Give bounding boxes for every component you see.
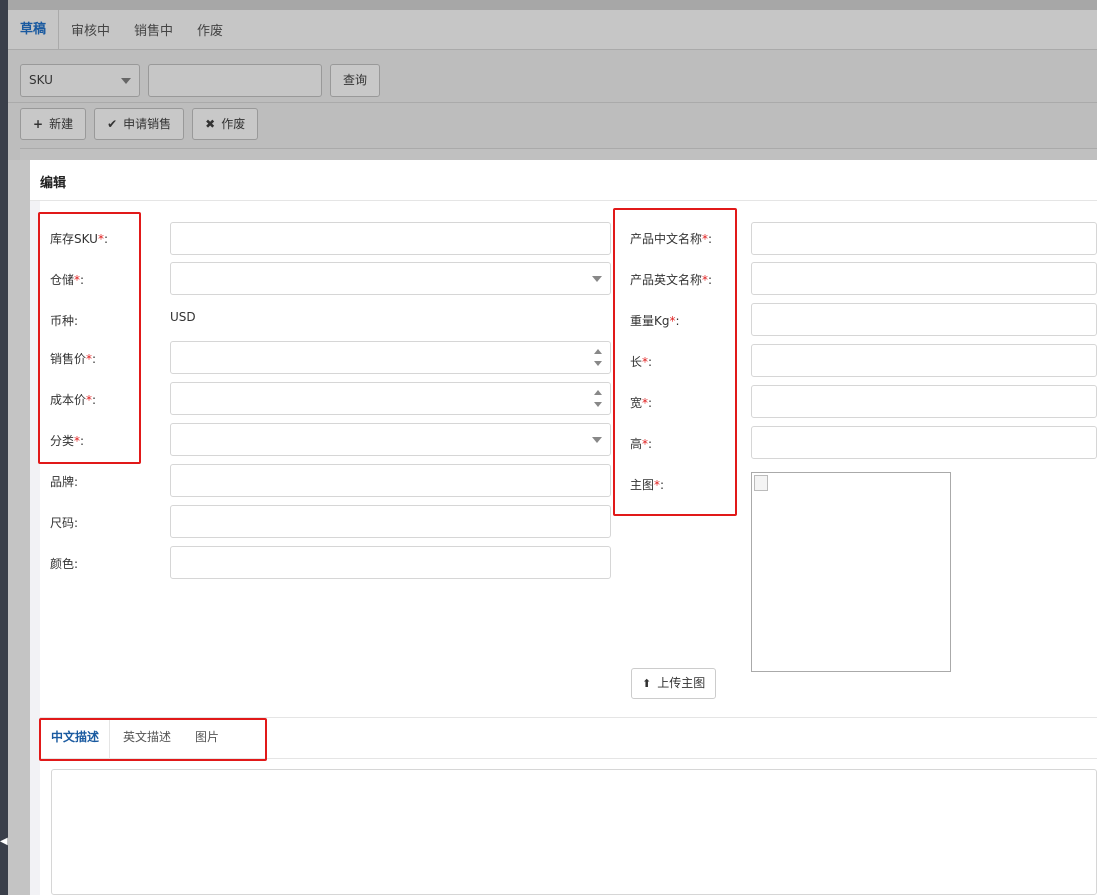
toolbar: + 新建 ✔ 申请销售 ✖ 作废 xyxy=(20,108,259,140)
category-select[interactable] xyxy=(170,423,611,456)
void-button-label: 作废 xyxy=(221,117,246,131)
search-field-value: SKU xyxy=(29,73,53,87)
chevron-down-icon xyxy=(592,437,602,443)
width-input[interactable] xyxy=(751,385,1097,418)
size-label: 尺码: xyxy=(50,516,79,530)
upload-main-image-button[interactable]: ⬆ 上传主图 xyxy=(631,668,717,699)
color-input[interactable] xyxy=(170,546,611,579)
left-required-highlight xyxy=(38,212,141,464)
name-cn-input[interactable] xyxy=(751,222,1097,255)
search-input[interactable] xyxy=(148,64,322,97)
upload-button-label: 上传主图 xyxy=(657,676,706,690)
plus-icon: + xyxy=(33,117,44,131)
apply-sale-button[interactable]: ✔ 申请销售 xyxy=(94,108,185,140)
table-header xyxy=(20,148,1097,160)
edit-modal: 编辑 库存SKU*: 仓储*: 币种: USD 销售价*: 成本价*: 分类*:… xyxy=(30,160,1097,895)
x-icon: ✖ xyxy=(205,117,216,131)
tab-on-sale[interactable]: 销售中 xyxy=(122,20,185,39)
sale-price-input[interactable] xyxy=(170,341,611,374)
broken-image-icon xyxy=(754,475,768,491)
tab-voided[interactable]: 作废 xyxy=(185,20,235,39)
upload-icon: ⬆ xyxy=(642,677,652,690)
query-button[interactable]: 查询 xyxy=(330,64,381,97)
tab-reviewing[interactable]: 审核中 xyxy=(59,20,122,39)
main-image-preview xyxy=(751,472,951,672)
left-sidebar-strip: ◀ xyxy=(0,0,8,895)
name-en-input[interactable] xyxy=(751,262,1097,295)
spin-down-icon[interactable] xyxy=(594,361,602,366)
spin-up-icon[interactable] xyxy=(594,390,602,395)
weight-input[interactable] xyxy=(751,303,1097,336)
spin-down-icon[interactable] xyxy=(594,402,602,407)
new-button-label: 新建 xyxy=(49,117,74,131)
chevron-down-icon xyxy=(592,276,602,282)
tab-draft[interactable]: 草稿 xyxy=(8,9,60,50)
brand-label: 品牌: xyxy=(50,475,79,489)
brand-input[interactable] xyxy=(170,464,611,497)
currency-value: USD xyxy=(170,310,196,324)
status-tabs: 草稿 审核中 销售中 作废 xyxy=(8,9,1097,50)
search-field-select[interactable]: SKU xyxy=(20,64,140,97)
void-button[interactable]: ✖ 作废 xyxy=(192,108,259,140)
cost-price-input[interactable] xyxy=(170,382,611,415)
search-bar: SKU 查询 xyxy=(20,64,381,97)
color-label: 颜色: xyxy=(50,557,79,571)
spin-up-icon[interactable] xyxy=(594,349,602,354)
chevron-down-icon xyxy=(121,78,131,84)
description-editor[interactable] xyxy=(51,769,1097,895)
collapse-arrow-icon[interactable]: ◀ xyxy=(0,836,8,847)
new-button[interactable]: + 新建 xyxy=(20,108,87,140)
right-required-highlight xyxy=(613,208,737,516)
length-input[interactable] xyxy=(751,344,1097,377)
check-icon: ✔ xyxy=(107,117,118,131)
size-input[interactable] xyxy=(170,505,611,538)
modal-title: 编辑 xyxy=(30,160,1097,201)
height-input[interactable] xyxy=(751,426,1097,459)
desc-tabs-highlight xyxy=(39,718,267,761)
apply-sale-label: 申请销售 xyxy=(123,117,172,131)
warehouse-select[interactable] xyxy=(170,262,611,295)
sku-input[interactable] xyxy=(170,222,611,255)
